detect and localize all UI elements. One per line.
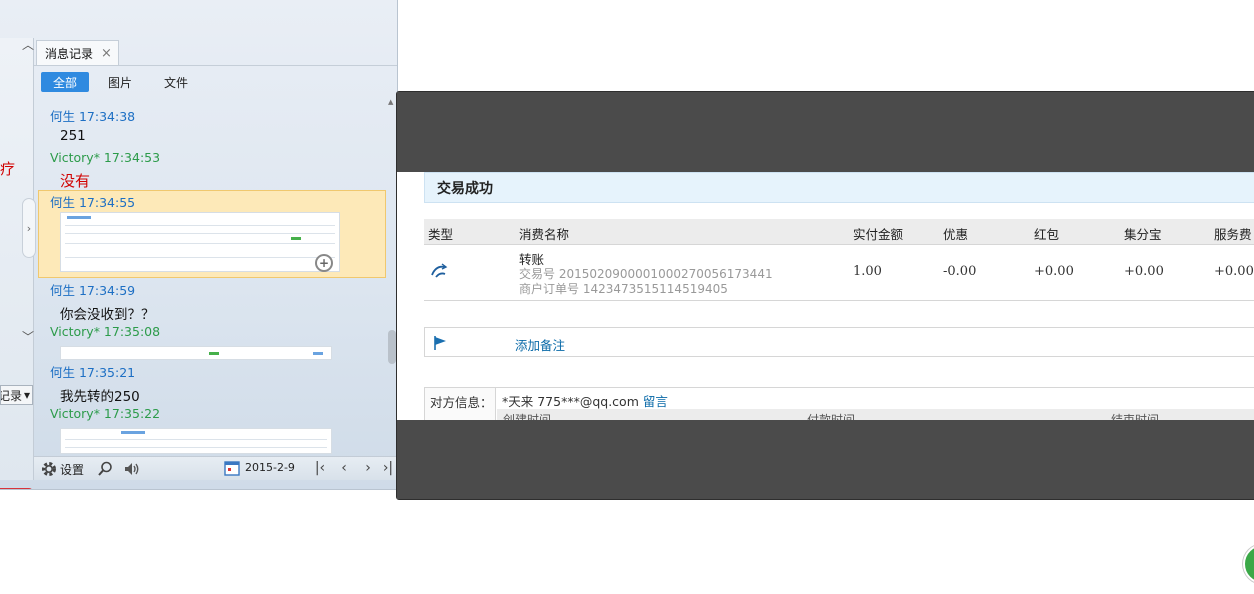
column-header: 集分宝 <box>1124 227 1162 242</box>
floating-assistant-button[interactable]: 5 <box>1243 544 1254 584</box>
strip-red-text: 疗 <box>0 160 16 178</box>
message-header: Victory* 17:35:08 <box>50 324 161 339</box>
tab-label: 消息记录 <box>45 47 94 61</box>
table-header: 类型 消费名称 实付金额 优惠 红包 集分宝 服务费 <box>424 219 1254 245</box>
column-header: 消费名称 <box>519 227 570 242</box>
screenshot-thumbnail[interactable] <box>60 428 332 454</box>
discount-value: -0.00 <box>943 264 977 279</box>
tab-divider <box>34 65 397 66</box>
message-header: 何生 17:34:59 <box>50 283 136 298</box>
counterparty-label: 对方信息： <box>430 395 493 410</box>
tab-message-history[interactable]: 消息记录 × <box>36 40 119 66</box>
column-header: 创建时间 <box>503 413 552 420</box>
side-expand-arrow-icon[interactable]: › <box>22 198 36 258</box>
filter-files-button[interactable]: 文件 <box>156 72 196 92</box>
volume-icon[interactable] <box>123 460 141 478</box>
date-label[interactable]: 2015-2-9 <box>245 461 295 474</box>
history-toolbar: 设置 2015-2-9 |‹ ‹ › ›| <box>34 456 397 480</box>
message-text: 我先转的250 <box>60 389 140 405</box>
next-page-icon[interactable]: › <box>360 459 376 477</box>
message-header: Victory* 17:35:22 <box>50 406 161 421</box>
filter-images-button[interactable]: 图片 <box>100 72 140 92</box>
transaction-status: 交易成功 <box>424 172 1254 203</box>
amount-value: 1.00 <box>853 264 882 279</box>
add-remark-link[interactable]: 添加备注 <box>515 335 565 354</box>
collapse-up-icon[interactable]: ︿ <box>22 36 34 53</box>
leave-message-link[interactable]: 留言 <box>643 394 668 409</box>
column-header: 类型 <box>428 227 454 242</box>
record-dropdown[interactable]: 记录 ▾ <box>0 385 33 405</box>
message-text: 没有 <box>60 172 91 190</box>
counterparty-label-cell: 对方信息： <box>425 388 496 420</box>
scroll-thumb[interactable] <box>388 330 396 364</box>
column-header: 红包 <box>1034 227 1060 242</box>
send-options-button[interactable]: ▼ <box>0 488 33 489</box>
counterparty-section: 对方信息： *天来 775***@qq.com 留言 创建时间 付款时间 结束时… <box>424 387 1254 420</box>
dialog-content: 交易成功 类型 消费名称 实付金额 优惠 红包 集分宝 服务费 转账 交易号 2… <box>397 172 1254 420</box>
search-icon[interactable] <box>96 460 114 478</box>
first-page-icon[interactable]: |‹ <box>312 459 328 477</box>
message-text: 251 <box>60 128 86 144</box>
transfer-icon <box>431 263 448 278</box>
scroll-up-icon[interactable]: ▲ <box>388 98 393 106</box>
counterparty-account: *天来 775***@qq.com <box>502 394 639 409</box>
counterparty-value: *天来 775***@qq.com 留言 <box>502 391 668 410</box>
screenshot-thumbnail[interactable] <box>60 346 332 360</box>
column-header: 结束时间 <box>1111 413 1160 420</box>
dialog-footer-overlay <box>397 420 1254 499</box>
collapse-down-icon[interactable]: ﹀ <box>22 328 34 345</box>
dropdown-arrow-icon: ▾ <box>23 388 30 402</box>
message-header: Victory* 17:34:53 <box>50 150 161 165</box>
message-list: 何生 17:34:38 251 Victory* 17:34:53 没有 何生 … <box>36 98 388 454</box>
service-fee-value: +0.00 <box>1214 264 1254 279</box>
filter-all-button[interactable]: 全部 <box>41 72 89 92</box>
remark-row: 添加备注 <box>424 327 1254 357</box>
settings-label[interactable]: 设置 <box>60 461 84 478</box>
chat-history-window: ︿ 疗 › ﹀ 记录 ▾ ▼ 消息记录 × 全部 图片 文件 何生 17:34:… <box>0 0 398 490</box>
jifenbao-value: +0.00 <box>1124 264 1164 279</box>
column-header: 付款时间 <box>807 413 856 420</box>
message-header: 何生 17:35:21 <box>50 365 136 380</box>
screenshot-thumbnail[interactable] <box>60 212 340 272</box>
column-header: 服务费 <box>1214 227 1252 242</box>
gear-icon[interactable] <box>40 460 58 478</box>
order-number: 商户订单号 1423473515114519405 <box>519 282 728 296</box>
message-header: 何生 17:34:38 <box>50 109 136 124</box>
red-packet-value: +0.00 <box>1034 264 1074 279</box>
column-header: 优惠 <box>943 227 969 242</box>
message-text: 你会没收到？？ <box>60 307 155 323</box>
close-icon[interactable]: × <box>101 46 112 61</box>
table-row: 转账 交易号 2015020900001000270056173441 商户订单… <box>424 245 1254 301</box>
column-header: 实付金额 <box>853 227 904 242</box>
flag-icon <box>434 336 446 350</box>
last-page-icon[interactable]: ›| <box>380 459 396 477</box>
message-header: 何生 17:34:55 <box>50 195 136 210</box>
time-header: 创建时间 付款时间 结束时间 <box>497 409 1254 420</box>
previous-page-icon[interactable]: ‹ <box>336 459 352 477</box>
record-dropdown-label: 记录 <box>0 388 23 403</box>
zoom-in-icon[interactable]: + <box>315 254 333 272</box>
payment-detail-dialog: 交易成功 类型 消费名称 实付金额 优惠 红包 集分宝 服务费 转账 交易号 2… <box>396 91 1254 500</box>
dialog-header-overlay <box>397 92 1254 172</box>
calendar-icon[interactable] <box>224 460 240 476</box>
chat-left-strip: ︿ 疗 › ﹀ 记录 ▾ ▼ <box>0 36 36 489</box>
